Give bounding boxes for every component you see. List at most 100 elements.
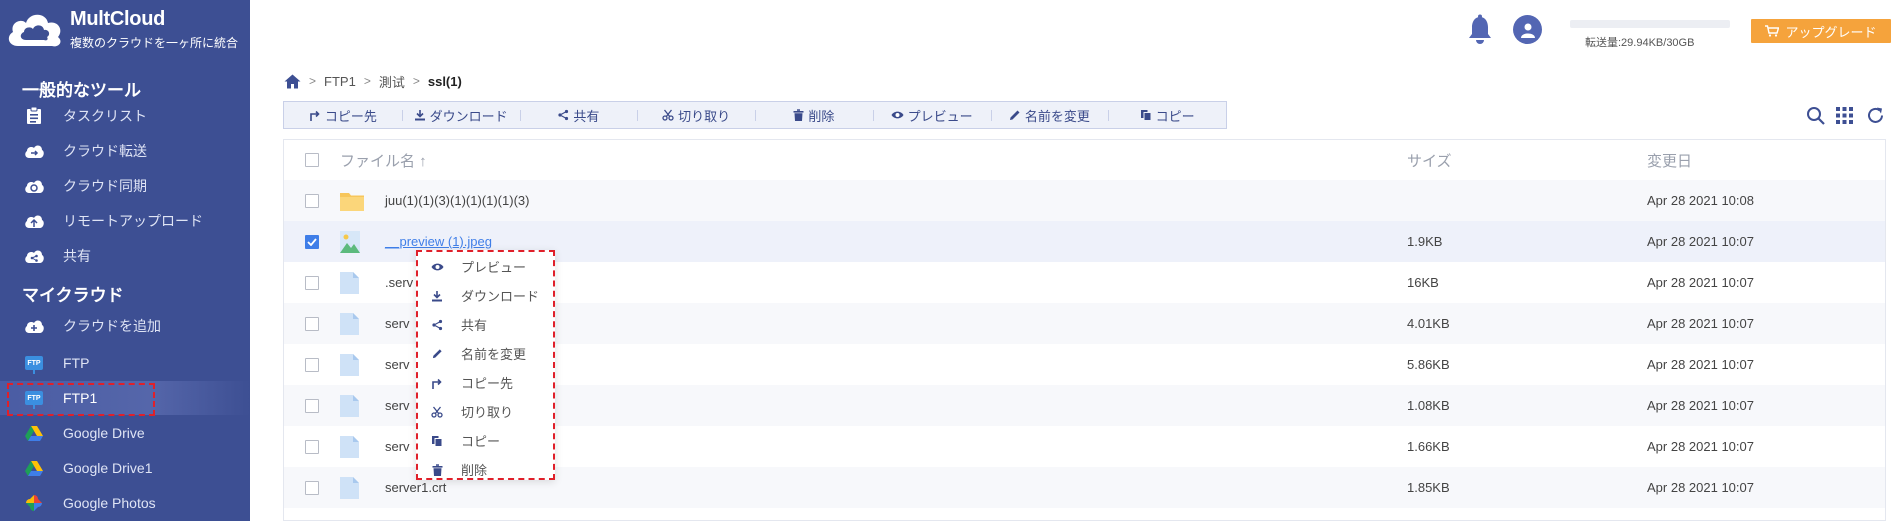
context-menu-delete[interactable]: 削除	[418, 455, 553, 484]
copy-label: コピー	[1155, 108, 1195, 124]
mycloud-section-title: マイクラウド	[22, 286, 124, 305]
file-name[interactable]: juu(1)(1)(3)(1)(1)(1)(1)(3)	[385, 180, 529, 221]
scissors-icon	[662, 109, 674, 121]
rename-button[interactable]: 名前を変更	[990, 102, 1109, 128]
sidebar-item-share[interactable]: 共有	[0, 239, 250, 273]
context-menu-label: ダウンロード	[461, 289, 540, 304]
file-modified: Apr 28 2021 10:07	[1647, 398, 1754, 413]
share-button[interactable]: 共有	[519, 102, 638, 128]
file-name[interactable]: serv	[385, 426, 410, 467]
breadcrumb-separator: >	[309, 74, 317, 88]
row-checkbox[interactable]	[305, 439, 319, 454]
file-modified: Apr 28 2021 10:07	[1647, 316, 1754, 331]
file-icon	[340, 435, 359, 458]
row-checkbox[interactable]	[305, 275, 319, 290]
bell-icon[interactable]	[1468, 14, 1492, 44]
sidebar-item-google-drive[interactable]: Google Drive	[0, 416, 250, 450]
context-menu-download[interactable]: ダウンロード	[418, 281, 553, 310]
delete-button[interactable]: 削除	[755, 102, 873, 128]
grid-view-icon[interactable]	[1836, 107, 1853, 124]
file-size: 5.86KB	[1407, 357, 1450, 372]
copy-to-button[interactable]: コピー先	[284, 102, 402, 128]
row-checkbox[interactable]	[305, 480, 319, 495]
sidebar-item-remote-upload[interactable]: リモートアップロード	[0, 204, 250, 238]
app-tagline: 複数のクラウドを一ヶ所に統合	[70, 36, 239, 50]
modified-column-header[interactable]: 変更日	[1647, 140, 1692, 180]
name-column-header[interactable]: ファイル名 ↑	[340, 140, 427, 180]
task-list-icon	[24, 107, 44, 125]
table-row[interactable]: juu(1)(1)(3)(1)(1)(1)(1)(3) Apr 28 2021 …	[284, 180, 1885, 221]
file-icon	[340, 353, 359, 376]
context-menu-copy-to[interactable]: コピー先	[418, 368, 553, 397]
preview-button[interactable]: プレビュー	[872, 102, 991, 128]
file-size: 16KB	[1407, 275, 1439, 290]
breadcrumb-item[interactable]: 測试	[379, 72, 405, 91]
context-menu-rename[interactable]: 名前を変更	[418, 339, 553, 368]
file-name[interactable]: serv	[385, 303, 410, 344]
remote-upload-icon	[24, 212, 44, 230]
breadcrumb-item[interactable]: FTP1	[324, 74, 356, 89]
sidebar-item-cloud-sync[interactable]: クラウド同期	[0, 169, 250, 203]
eye-icon	[430, 260, 444, 274]
sidebar-item-label: Google Drive1	[63, 460, 153, 476]
sidebar-item-label: Google Drive	[63, 425, 145, 441]
context-menu-share[interactable]: 共有	[418, 310, 553, 339]
sidebar-item-label: リモートアップロード	[63, 213, 203, 229]
quota-progress-bar	[1570, 20, 1730, 28]
sidebar-item-google-drive1[interactable]: Google Drive1	[0, 451, 250, 485]
file-name[interactable]: serv	[385, 385, 410, 426]
row-checkbox[interactable]	[305, 398, 319, 413]
context-menu-label: 共有	[461, 318, 488, 333]
file-size: 1.08KB	[1407, 398, 1450, 413]
breadcrumb-current: ssl(1)	[427, 73, 462, 89]
sidebar-item-add-cloud[interactable]: クラウドを追加	[0, 309, 250, 343]
size-column-header[interactable]: サイズ	[1407, 140, 1452, 180]
quota-text: 転送量:29.94KB/30GB	[1585, 37, 1695, 49]
context-menu-cut[interactable]: 切り取り	[418, 397, 553, 426]
context-menu-label: 名前を変更	[461, 347, 527, 362]
preview-label: プレビュー	[907, 108, 973, 124]
breadcrumb-separator: >	[412, 74, 420, 88]
copy-to-icon	[310, 110, 320, 121]
file-size: 4.01KB	[1407, 316, 1450, 331]
file-icon	[340, 271, 359, 294]
row-checkbox[interactable]	[305, 316, 319, 331]
multcloud-logo-icon	[8, 14, 61, 47]
cut-button[interactable]: 切り取り	[637, 102, 755, 128]
row-checkbox[interactable]	[305, 234, 319, 249]
file-name[interactable]: serv	[385, 344, 410, 385]
logo[interactable]: MultCloud 複数のクラウドを一ヶ所に統合	[0, 0, 250, 60]
avatar[interactable]	[1513, 15, 1542, 44]
file-name[interactable]: .serv	[385, 262, 413, 303]
context-menu-preview[interactable]: プレビュー	[418, 252, 553, 281]
row-checkbox[interactable]	[305, 357, 319, 372]
refresh-icon[interactable]	[1866, 106, 1885, 125]
sidebar-item-google-photos[interactable]: Google Photos	[0, 486, 250, 520]
search-icon[interactable]	[1806, 106, 1826, 126]
context-menu-copy[interactable]: コピー	[418, 426, 553, 455]
sidebar-item-ftp[interactable]: FTP FTP	[0, 346, 250, 380]
sidebar-item-label: クラウド同期	[63, 178, 147, 194]
file-modified: Apr 28 2021 10:07	[1647, 357, 1754, 372]
sidebar-item-task-list[interactable]: タスクリスト	[0, 99, 250, 133]
share-icon	[558, 109, 569, 121]
row-checkbox[interactable]	[305, 193, 319, 208]
copy-button[interactable]: コピー	[1108, 102, 1226, 128]
context-menu: プレビュー ダウンロード 共有 名前を変更 コピー先 切り取り コピー 削除	[416, 250, 555, 480]
eye-icon	[891, 111, 904, 119]
file-size: 1.9KB	[1407, 234, 1443, 249]
google-drive-icon	[24, 424, 44, 442]
app-name: MultCloud	[70, 8, 166, 30]
home-icon[interactable]	[284, 74, 301, 89]
google-photos-icon	[24, 494, 44, 512]
sidebar-item-label: クラウドを追加	[63, 318, 161, 334]
file-icon	[340, 312, 359, 335]
google-drive-icon	[24, 459, 44, 477]
file-name[interactable]: __preview (1).jpeg	[385, 234, 492, 249]
upgrade-button[interactable]: アップグレード	[1751, 19, 1891, 43]
download-button[interactable]: ダウンロード	[401, 102, 520, 128]
context-menu-label: コピー先	[461, 376, 514, 391]
select-all-checkbox[interactable]	[305, 153, 319, 167]
file-icon	[340, 476, 359, 499]
sidebar-item-cloud-transfer[interactable]: クラウド転送	[0, 134, 250, 168]
